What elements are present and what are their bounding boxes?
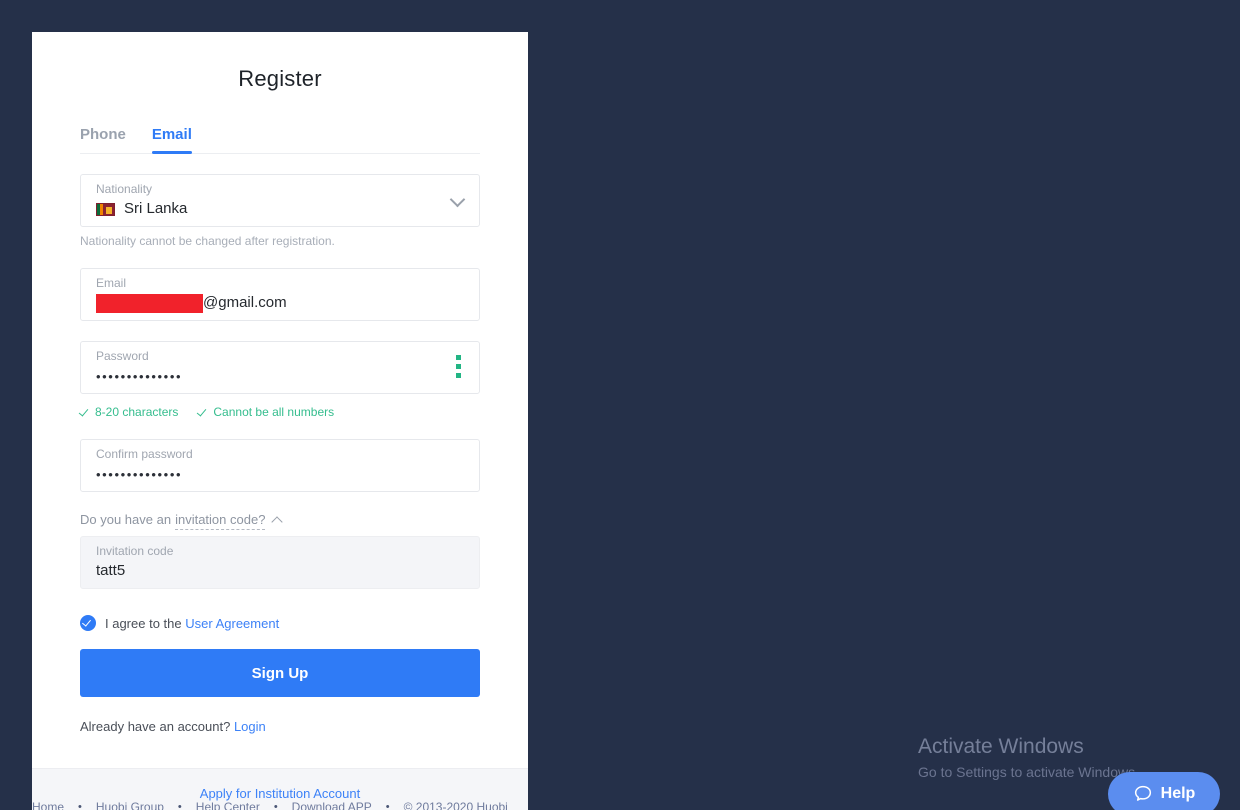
agreement-label: I agree to the — [105, 615, 182, 631]
password-rule-not-all-numbers-label: Cannot be all numbers — [213, 405, 335, 419]
login-link[interactable]: Login — [234, 719, 266, 734]
invitation-toggle-prefix: Do you have an — [80, 512, 172, 527]
register-method-tabs: Phone Email — [80, 126, 480, 154]
user-agreement-link[interactable]: User Agreement — [185, 616, 279, 631]
footer-link-home[interactable]: Home — [32, 800, 64, 810]
password-value: •••••••••••••• — [96, 369, 183, 384]
invitation-code-field[interactable]: Invitation code tatt5 — [80, 536, 480, 589]
agreement-checkbox[interactable] — [80, 615, 96, 631]
footer-separator: • — [177, 801, 182, 810]
nationality-hint: Nationality cannot be changed after regi… — [80, 234, 335, 248]
nationality-label: Nationality — [96, 182, 153, 196]
email-label: Email — [96, 276, 127, 290]
check-icon — [198, 407, 208, 417]
check-icon — [80, 407, 90, 417]
footer-link-download-app[interactable]: Download APP — [292, 800, 372, 810]
chevron-up-icon — [272, 515, 284, 527]
confirm-password-label: Confirm password — [96, 447, 193, 461]
password-field[interactable]: Password •••••••••••••• — [80, 341, 480, 394]
page-footer: Home • Huobi Group • Help Center • Downl… — [32, 800, 592, 810]
password-rule-length-label: 8-20 characters — [95, 405, 179, 419]
email-redaction-block — [96, 293, 203, 313]
email-field[interactable]: Email @gmail.com — [80, 268, 480, 321]
nationality-value-row: Sri Lanka — [96, 198, 464, 220]
chevron-down-icon[interactable] — [451, 193, 465, 207]
apply-institution-account-link[interactable]: Apply for Institution Account — [200, 786, 360, 801]
sri-lanka-flag-icon — [96, 202, 115, 216]
footer-separator: • — [78, 801, 82, 810]
tab-phone[interactable]: Phone — [80, 126, 126, 153]
user-agreement-row: I agree to the User Agreement — [80, 615, 480, 631]
password-rule-not-all-numbers: Cannot be all numbers — [198, 405, 334, 419]
help-button[interactable]: Help — [1108, 772, 1220, 810]
email-domain: @gmail.com — [203, 294, 287, 311]
login-prompt-row: Already have an account? Login — [80, 719, 480, 734]
watermark-title: Activate Windows — [918, 735, 1084, 758]
sign-up-button[interactable]: Sign Up — [80, 649, 480, 697]
nationality-select[interactable]: Nationality Sri Lanka — [80, 174, 480, 227]
agreement-text: I agree to the User Agreement — [105, 616, 279, 631]
help-button-label: Help — [1160, 785, 1196, 802]
confirm-password-field[interactable]: Confirm password •••••••••••••• — [80, 439, 480, 492]
password-rules: 8-20 characters Cannot be all numbers — [80, 405, 480, 419]
footer-separator: • — [385, 801, 390, 810]
chat-bubble-icon — [1134, 785, 1151, 801]
watermark-subtitle: Go to Settings to activate Windows. — [918, 764, 1139, 780]
footer-link-help-center[interactable]: Help Center — [196, 800, 260, 810]
footer-link-huobi-group[interactable]: Huobi Group — [96, 800, 164, 810]
footer-copyright: © 2013-2020 Huobi — [403, 800, 508, 810]
register-card: Register Phone Email Nationality Sri Lan… — [32, 32, 528, 810]
invitation-code-value: tatt5 — [96, 562, 126, 579]
password-rule-length: 8-20 characters — [80, 405, 178, 419]
password-label: Password — [96, 349, 149, 363]
invitation-code-toggle[interactable]: Do you have an invitation code? — [80, 512, 480, 530]
footer-separator: • — [273, 801, 278, 810]
page-title: Register — [238, 66, 322, 91]
email-value-row: @gmail.com — [96, 292, 464, 314]
nationality-value: Sri Lanka — [124, 200, 188, 217]
tab-email[interactable]: Email — [151, 126, 192, 154]
confirm-password-value: •••••••••••••• — [96, 467, 183, 482]
activate-windows-watermark: Activate Windows Go to Settings to activ… — [918, 734, 1139, 782]
register-card-body: Register Phone Email Nationality Sri Lan… — [32, 32, 528, 768]
invitation-code-label: Invitation code — [96, 544, 174, 558]
login-prompt-label: Already have an account? — [80, 719, 231, 734]
password-strength-icon — [456, 355, 461, 378]
invitation-toggle-link: invitation code? — [175, 512, 266, 530]
